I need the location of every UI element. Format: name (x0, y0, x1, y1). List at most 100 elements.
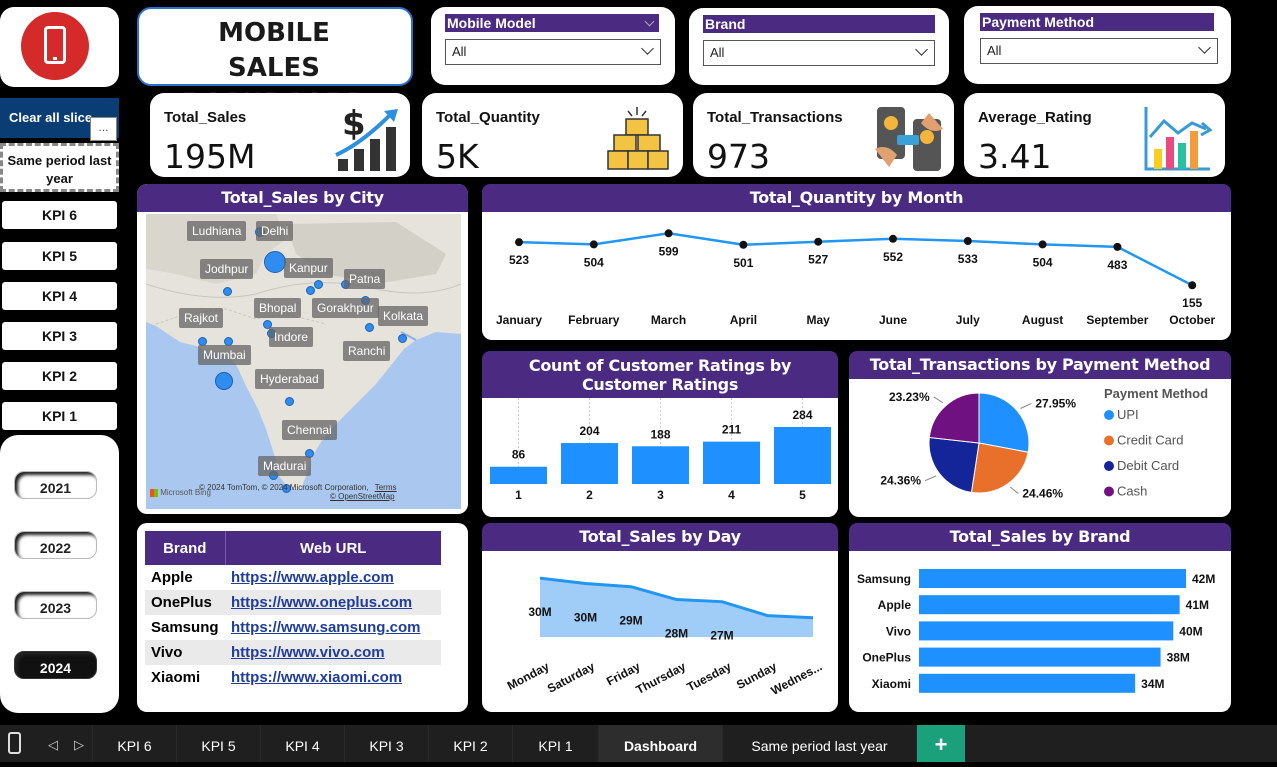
bar (561, 443, 618, 484)
osm-link[interactable]: © OpenStreetMap (330, 492, 395, 501)
tab-kpi3[interactable]: KPI 3 (344, 725, 428, 762)
x-tick-label: August (1022, 313, 1063, 327)
x-tick-label: Thursday (634, 659, 689, 697)
x-tick-label: July (956, 313, 980, 327)
year-2023-button[interactable]: 2023 (14, 591, 97, 619)
data-point (1188, 281, 1197, 290)
next-page-icon[interactable]: ▷ (74, 737, 84, 753)
clear-all-label: Clear all slice (9, 110, 93, 125)
data-label: 501 (733, 256, 753, 270)
x-tick-label: October (1169, 313, 1215, 327)
x-tick-label: Wednes... (769, 659, 825, 698)
total-quantity-value: 5K (436, 137, 479, 176)
brand-cell: Xiaomi (151, 669, 201, 686)
year-2022-button[interactable]: 2022 (14, 531, 97, 559)
url-link[interactable]: https://www.apple.com (225, 565, 441, 590)
data-label: 523 (509, 253, 529, 267)
data-label: 155 (1182, 296, 1202, 310)
brand-bar-plot[interactable]: Samsung 42M Apple 41M Vivo 40M OnePlus 38M Xiaom… (849, 551, 1231, 712)
bar (919, 647, 1161, 667)
url-link[interactable]: https://www.oneplus.com (225, 590, 441, 615)
city-label-madurai: Madurai (258, 456, 312, 476)
quantity-by-month-chart: Total_Quantity by Month 523 January 504 Feb… (482, 184, 1231, 340)
data-point (1113, 242, 1122, 251)
legend-marker (1104, 461, 1114, 471)
year-2021-button[interactable]: 2021 (14, 471, 97, 499)
brand-cell: Apple (151, 569, 193, 586)
sales-area-plot[interactable]: 30MMonday30MSaturday29MFriday28MThursday… (482, 551, 838, 712)
tab-same-period[interactable]: Same period last year (722, 725, 916, 762)
transaction-icon (875, 107, 943, 171)
city-marker[interactable] (365, 323, 374, 332)
city-marker[interactable] (285, 397, 294, 406)
ratings-bar-plot[interactable]: 86 1 204 2 188 3 211 4 284 5 (482, 398, 838, 517)
total-sales-value: 195M (164, 137, 256, 176)
brand-dropdown[interactable]: All (703, 40, 935, 66)
city-marker[interactable] (398, 334, 407, 343)
tab-kpi4[interactable]: KPI 4 (260, 725, 344, 762)
data-label: 27M (710, 629, 733, 643)
brand-value: All (710, 45, 725, 60)
add-page-button[interactable]: + (916, 725, 965, 762)
data-label: 188 (650, 427, 670, 441)
kpi1-button[interactable]: KPI 1 (2, 402, 117, 430)
bar-chart-icon (1144, 107, 1213, 171)
total-quantity-card: Total_Quantity 5K (422, 93, 683, 177)
bar (632, 446, 689, 484)
same-period-button[interactable]: Same period last year (0, 143, 119, 192)
city-marker[interactable] (306, 286, 315, 295)
brand-cell: Samsung (151, 619, 219, 636)
kpi6-button[interactable]: KPI 6 (2, 201, 117, 229)
kpi3-button[interactable]: KPI 3 (2, 322, 117, 350)
mobile-model-label: Mobile Model (445, 14, 659, 32)
legend-entry: UPI (1117, 407, 1139, 422)
tab-dashboard[interactable]: Dashboard (598, 725, 722, 762)
terms-link[interactable]: Terms (375, 483, 397, 492)
tab-kpi5[interactable]: KPI 5 (176, 725, 260, 762)
pie-slice (928, 392, 980, 444)
table-header-brand: Brand (163, 539, 207, 557)
city-marker[interactable] (223, 287, 232, 296)
table-row: Samsung https://www.samsung.com (145, 615, 441, 640)
pie-slice (928, 436, 980, 493)
data-label: 483 (1107, 258, 1127, 272)
payment-method-dropdown[interactable]: All (980, 38, 1218, 64)
tab-kpi2[interactable]: KPI 2 (428, 725, 512, 762)
kpi4-button[interactable]: KPI 4 (2, 282, 117, 310)
y-tick-label: Vivo (886, 624, 911, 638)
city-label-indore: Indore (269, 327, 314, 347)
table-row: OnePlus https://www.oneplus.com (145, 590, 441, 615)
tab-kpi6[interactable]: KPI 6 (92, 725, 176, 762)
year-2024-button[interactable]: 2024 (14, 651, 97, 679)
data-label: 24.36% (880, 474, 921, 488)
mobile-model-dropdown[interactable]: All (445, 39, 661, 65)
mobile-layout-icon[interactable] (8, 732, 21, 754)
leader-line (1009, 486, 1019, 494)
more-options-icon[interactable]: ... (90, 117, 117, 141)
city-marker[interactable] (264, 251, 286, 273)
quantity-line-plot[interactable]: 523 January 504 February 599 March 501 April 527… (482, 212, 1231, 340)
sales-by-day-chart: Total_Sales by Day 30M Monday 30M Saturday 2… (482, 523, 838, 712)
leader-line (924, 475, 937, 482)
city-marker[interactable] (215, 372, 233, 390)
bar (774, 427, 831, 484)
url-link[interactable]: https://www.vivo.com (225, 640, 441, 665)
kpi5-button[interactable]: KPI 5 (2, 242, 117, 270)
map-title: Total_Sales by City (137, 184, 468, 212)
chart-title: Count of Customer Ratings by Customer Ra… (482, 351, 838, 398)
kpi2-button[interactable]: KPI 2 (2, 362, 117, 390)
average-rating-value: 3.41 (978, 137, 1052, 176)
city-marker[interactable] (314, 280, 323, 289)
url-link[interactable]: https://www.samsung.com (225, 615, 441, 640)
average-rating-label: Average_Rating (978, 109, 1092, 126)
prev-page-icon[interactable]: ◁ (48, 737, 58, 753)
bar (919, 595, 1180, 615)
brand-url-table: Brand Web URL Apple https://www.apple.co… (145, 531, 441, 690)
chevron-down-icon (1198, 41, 1211, 54)
city-label-ranchi: Ranchi (343, 341, 391, 361)
url-link[interactable]: https://www.xiaomi.com (225, 665, 441, 690)
tab-kpi1[interactable]: KPI 1 (512, 725, 598, 762)
data-label: 211 (722, 423, 742, 437)
data-point (889, 234, 897, 243)
city-label-gorakhpur: Gorakhpur (312, 298, 379, 318)
